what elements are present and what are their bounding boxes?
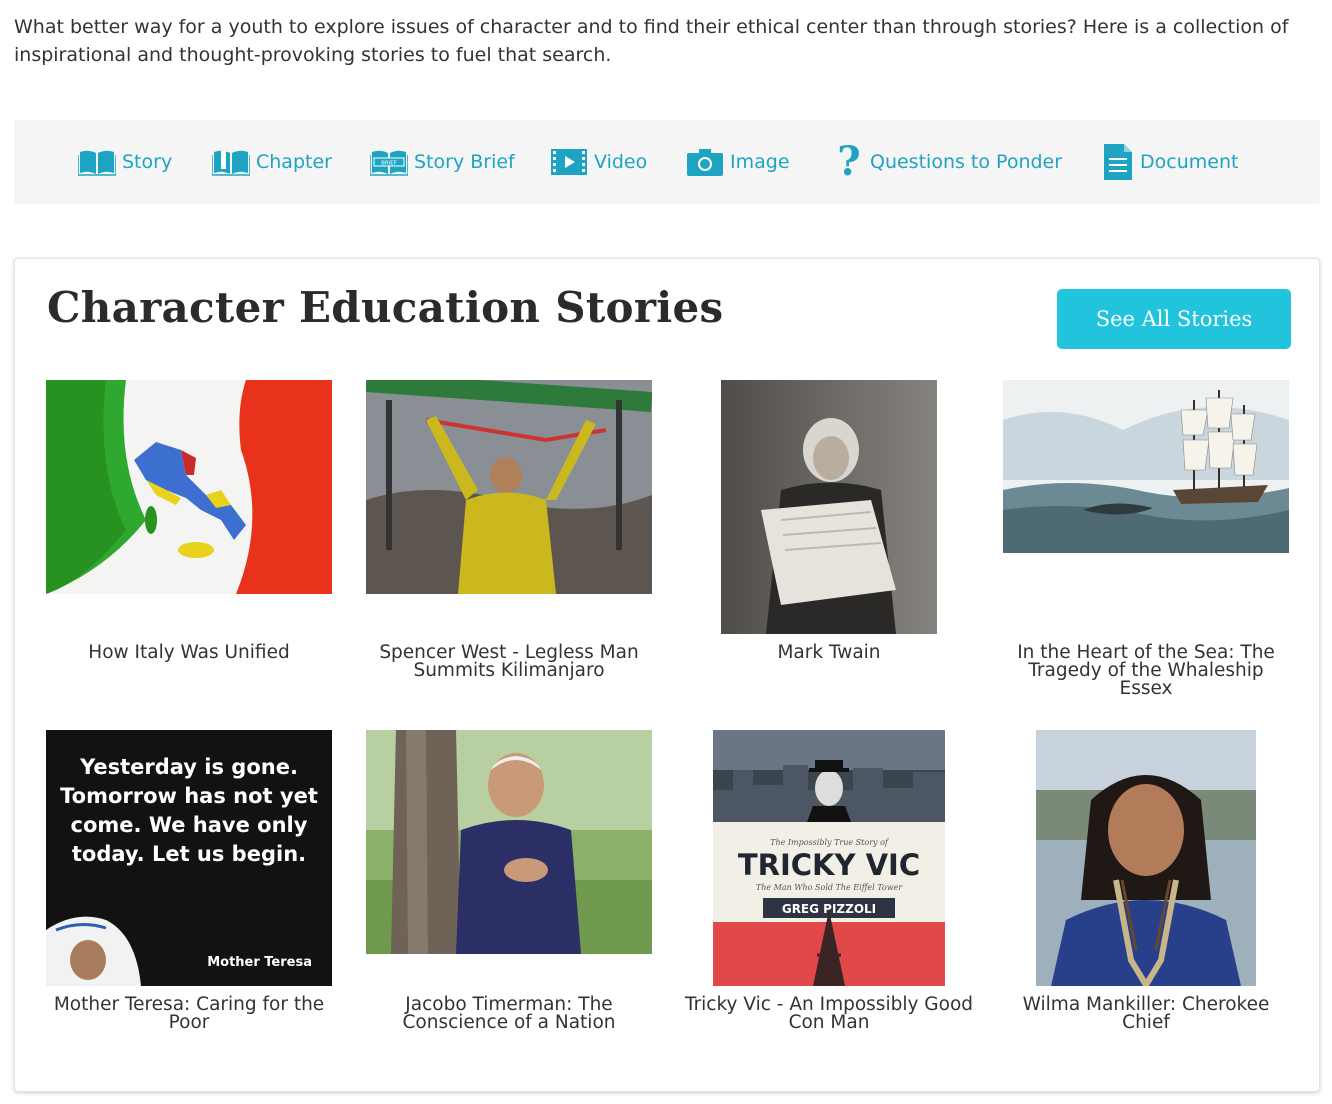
story-card[interactable]: In the Heart of the Sea: The Tragedy of … [1001,380,1291,710]
whaleship-illustration[interactable] [1003,380,1289,553]
quote-author: Mother Teresa [207,955,312,970]
question-mark-icon: ? [834,142,864,182]
mark-twain-reading-photo[interactable] [721,380,937,634]
content-type-legend: Story Chapter BRIEF Story Brief Video Im… [14,120,1320,204]
story-title[interactable]: Jacobo Timerman: The Conscience of a Nat… [364,995,654,1032]
cover-subtitle: The Man Who Sold The Eiffel Tower [756,883,903,892]
chapter-book-icon [212,148,250,176]
wilma-mankiller-photo[interactable] [1036,730,1256,986]
story-title[interactable]: How Italy Was Unified [44,643,334,662]
svg-text:BRIEF: BRIEF [381,161,397,167]
legend-story-brief-label: Story Brief [414,151,515,173]
cover-title: TRICKY VIC [738,848,920,882]
document-icon [1102,142,1134,182]
legend-chapter[interactable]: Chapter [212,120,332,204]
legend-video[interactable]: Video [550,120,647,204]
section-title: Character Education Stories [47,283,724,332]
story-card[interactable]: Mark Twain [684,380,974,710]
see-all-stories-button[interactable]: See All Stories [1057,289,1291,349]
quote-line: Yesterday is gone. [79,755,298,779]
cover-tagline: The Impossibly True Story of [770,838,890,847]
legend-chapter-label: Chapter [256,151,332,173]
legend-questions-label: Questions to Ponder [870,151,1063,173]
story-title[interactable]: In the Heart of the Sea: The Tragedy of … [1001,643,1291,698]
story-title[interactable]: Mother Teresa: Caring for the Poor [44,995,334,1032]
story-card[interactable]: Yesterday is gone. Tomorrow has not yet … [44,730,334,1060]
legend-image-label: Image [730,151,790,173]
legend-image[interactable]: Image [686,120,790,204]
quote-line: come. We have only [71,813,308,837]
mother-teresa-quote-image[interactable]: Yesterday is gone. Tomorrow has not yet … [46,730,332,986]
quote-line: today. Let us begin. [72,842,306,866]
story-card[interactable]: Jacobo Timerman: The Conscience of a Nat… [364,730,654,1060]
film-icon [550,148,588,176]
italian-flag-with-map-image[interactable] [46,380,332,594]
legend-video-label: Video [594,151,648,173]
legend-document[interactable]: Document [1102,120,1238,204]
story-card[interactable]: Wilma Mankiller: Cherokee Chief [1001,730,1291,1060]
story-title[interactable]: Spencer West - Legless Man Summits Kilim… [364,643,654,680]
story-title[interactable]: Tricky Vic - An Impossibly Good Con Man [684,995,974,1032]
story-title[interactable]: Wilma Mankiller: Cherokee Chief [1001,995,1291,1032]
man-at-summit-photo[interactable] [366,380,652,594]
legend-story[interactable]: Story [78,120,172,204]
stories-card: Character Education Stories See All Stor… [14,258,1320,1092]
story-card[interactable]: The Impossibly True Story of TRICKY VIC … [684,730,974,1060]
tricky-vic-book-cover[interactable]: The Impossibly True Story of TRICKY VIC … [713,730,945,986]
story-card[interactable]: Spencer West - Legless Man Summits Kilim… [364,380,654,710]
camera-icon [686,147,724,177]
brief-book-icon: BRIEF [370,148,408,176]
quote-line: Tomorrow has not yet [60,784,318,808]
story-card[interactable]: How Italy Was Unified [44,380,334,710]
legend-questions[interactable]: ? Questions to Ponder [834,120,1062,204]
legend-document-label: Document [1140,151,1239,173]
legend-story-brief[interactable]: BRIEF Story Brief [370,120,515,204]
open-book-icon [78,148,116,176]
legend-story-label: Story [122,151,173,173]
intro-text: What better way for a youth to explore i… [14,16,1289,66]
jacobo-timerman-photo[interactable] [366,730,652,954]
story-title[interactable]: Mark Twain [684,643,974,662]
svg-text:?: ? [837,142,860,182]
